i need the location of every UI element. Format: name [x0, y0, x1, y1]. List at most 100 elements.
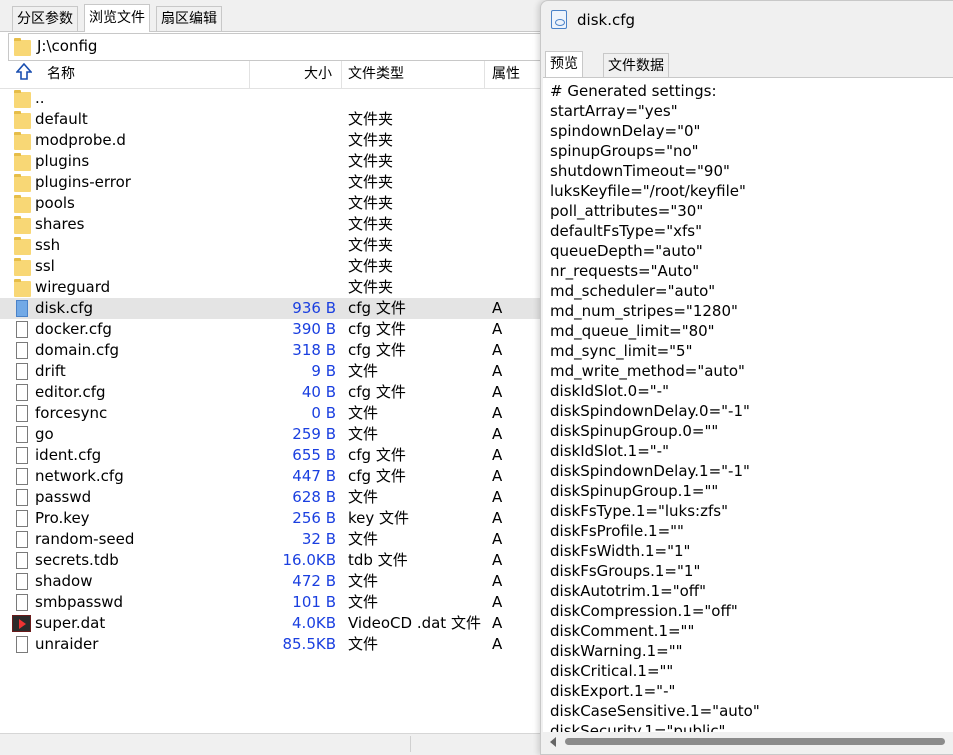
file-row[interactable]: Pro.key 256 B key 文件 A [0, 508, 545, 529]
file-name: plugins [35, 152, 90, 170]
file-row[interactable]: ident.cfg 655 B cfg 文件 A [0, 445, 545, 466]
config-line: shutdownTimeout="90" [550, 162, 730, 180]
address-bar[interactable]: J:\config [8, 33, 546, 61]
file-name: shadow [35, 572, 93, 590]
file-icon [14, 552, 31, 570]
file-type: cfg 文件 [348, 383, 406, 401]
file-row[interactable]: plugins-error 文件夹 [0, 172, 545, 193]
tab-sector-editor[interactable]: 扇区编辑 [156, 6, 222, 31]
file-type: 文件夹 [348, 131, 394, 149]
file-type: 文件 [348, 425, 379, 443]
file-name: super.dat [35, 614, 106, 632]
config-line: diskIdSlot.0="-" [550, 382, 669, 400]
config-line: md_num_stripes="1280" [550, 302, 738, 320]
file-row[interactable]: unraider 85.5KB 文件 A [0, 634, 545, 655]
file-row[interactable]: .. [0, 88, 545, 109]
file-row[interactable]: drift 9 B 文件 A [0, 361, 545, 382]
file-type: 文件 [348, 572, 379, 590]
horizontal-scrollbar[interactable] [543, 732, 953, 752]
tab-preview[interactable]: 预览 [545, 51, 583, 78]
config-line: nr_requests="Auto" [550, 262, 700, 280]
file-name: go [35, 425, 54, 443]
column-divider[interactable] [341, 61, 342, 88]
file-name: ssl [35, 257, 55, 275]
file-name: smbpasswd [35, 593, 124, 611]
tab-partition-params[interactable]: 分区参数 [12, 6, 78, 31]
file-row[interactable]: shares 文件夹 [0, 214, 545, 235]
file-size: 655 B [292, 446, 336, 464]
file-row[interactable]: domain.cfg 318 B cfg 文件 A [0, 340, 545, 361]
file-row[interactable]: plugins 文件夹 [0, 151, 545, 172]
config-line: md_write_method="auto" [550, 362, 745, 380]
file-size: 628 B [292, 488, 336, 506]
column-name[interactable]: 名称 [47, 61, 75, 88]
file-row[interactable]: random-seed 32 B 文件 A [0, 529, 545, 550]
column-divider[interactable] [484, 61, 485, 88]
file-attributes: A [492, 320, 503, 338]
column-attributes[interactable]: 属性 [492, 61, 520, 88]
folder-icon [14, 237, 31, 255]
config-line: diskSpinupGroup.0="" [550, 422, 719, 440]
file-row[interactable]: docker.cfg 390 B cfg 文件 A [0, 319, 545, 340]
file-row[interactable]: pools 文件夹 [0, 193, 545, 214]
config-line: md_scheduler="auto" [550, 282, 716, 300]
file-icon [14, 447, 31, 465]
file-type: cfg 文件 [348, 467, 406, 485]
file-name: passwd [35, 488, 92, 506]
file-row[interactable]: ssl 文件夹 [0, 256, 545, 277]
file-list: .. default 文件夹 modprobe.d 文件夹 plugins 文件夹 plugi… [0, 88, 545, 655]
file-attributes: A [492, 299, 503, 317]
preview-text-area[interactable]: # Generated settings: startArray="yes" spi… [543, 77, 953, 733]
file-icon [14, 321, 31, 339]
file-type: 文件 [348, 362, 379, 380]
config-line: defaultFsType="xfs" [550, 222, 703, 240]
file-name: Pro.key [35, 509, 90, 527]
file-type: 文件 [348, 488, 379, 506]
up-arrow-icon[interactable] [15, 62, 33, 90]
scroll-left-icon[interactable] [550, 737, 556, 747]
folder-icon [14, 38, 31, 56]
file-type: 文件夹 [348, 236, 394, 254]
file-row[interactable]: go 259 B 文件 A [0, 424, 545, 445]
file-type: cfg 文件 [348, 341, 406, 359]
tab-browse-files[interactable]: 浏览文件 [84, 4, 150, 32]
file-icon [14, 489, 31, 507]
file-row[interactable]: default 文件夹 [0, 109, 545, 130]
status-divider [410, 736, 411, 752]
folder-icon [14, 258, 31, 276]
config-line: diskSpinupGroup.1="" [550, 482, 719, 500]
file-row[interactable]: super.dat 4.0KB VideoCD .dat 文件 A [0, 613, 545, 634]
config-line: diskIdSlot.1="-" [550, 442, 669, 460]
file-name: random-seed [35, 530, 135, 548]
file-row[interactable]: network.cfg 447 B cfg 文件 A [0, 466, 545, 487]
file-type: cfg 文件 [348, 320, 406, 338]
file-type: tdb 文件 [348, 551, 408, 569]
file-type: 文件夹 [348, 173, 394, 191]
file-attributes: A [492, 404, 503, 422]
column-type[interactable]: 文件类型 [348, 61, 404, 88]
scrollbar-thumb[interactable] [565, 738, 945, 745]
config-line: diskCritical.1="" [550, 662, 674, 680]
file-row[interactable]: shadow 472 B 文件 A [0, 571, 545, 592]
file-row[interactable]: wireguard 文件夹 [0, 277, 545, 298]
file-type: 文件 [348, 404, 379, 422]
tab-file-data[interactable]: 文件数据 [603, 53, 669, 78]
file-explorer-panel: 分区参数 浏览文件 扇区编辑 J:\config 名称 大小 文件类型 属性 .… [0, 0, 546, 754]
config-line: diskSpindownDelay.1="-1" [550, 462, 750, 480]
file-row[interactable]: smbpasswd 101 B 文件 A [0, 592, 545, 613]
column-divider[interactable] [249, 61, 250, 88]
file-attributes: A [492, 467, 503, 485]
column-size[interactable]: 大小 [304, 61, 332, 88]
config-line: diskComment.1="" [550, 622, 695, 640]
file-row[interactable]: modprobe.d 文件夹 [0, 130, 545, 151]
file-row[interactable]: passwd 628 B 文件 A [0, 487, 545, 508]
file-attributes: A [492, 341, 503, 359]
file-row[interactable]: ssh 文件夹 [0, 235, 545, 256]
config-line: # Generated settings: [550, 82, 717, 100]
file-row[interactable]: disk.cfg 936 B cfg 文件 A [0, 298, 545, 319]
window-title: disk.cfg [577, 11, 636, 29]
file-row[interactable]: forcesync 0 B 文件 A [0, 403, 545, 424]
file-size: 256 B [292, 509, 336, 527]
file-row[interactable]: secrets.tdb 16.0KB tdb 文件 A [0, 550, 545, 571]
file-row[interactable]: editor.cfg 40 B cfg 文件 A [0, 382, 545, 403]
